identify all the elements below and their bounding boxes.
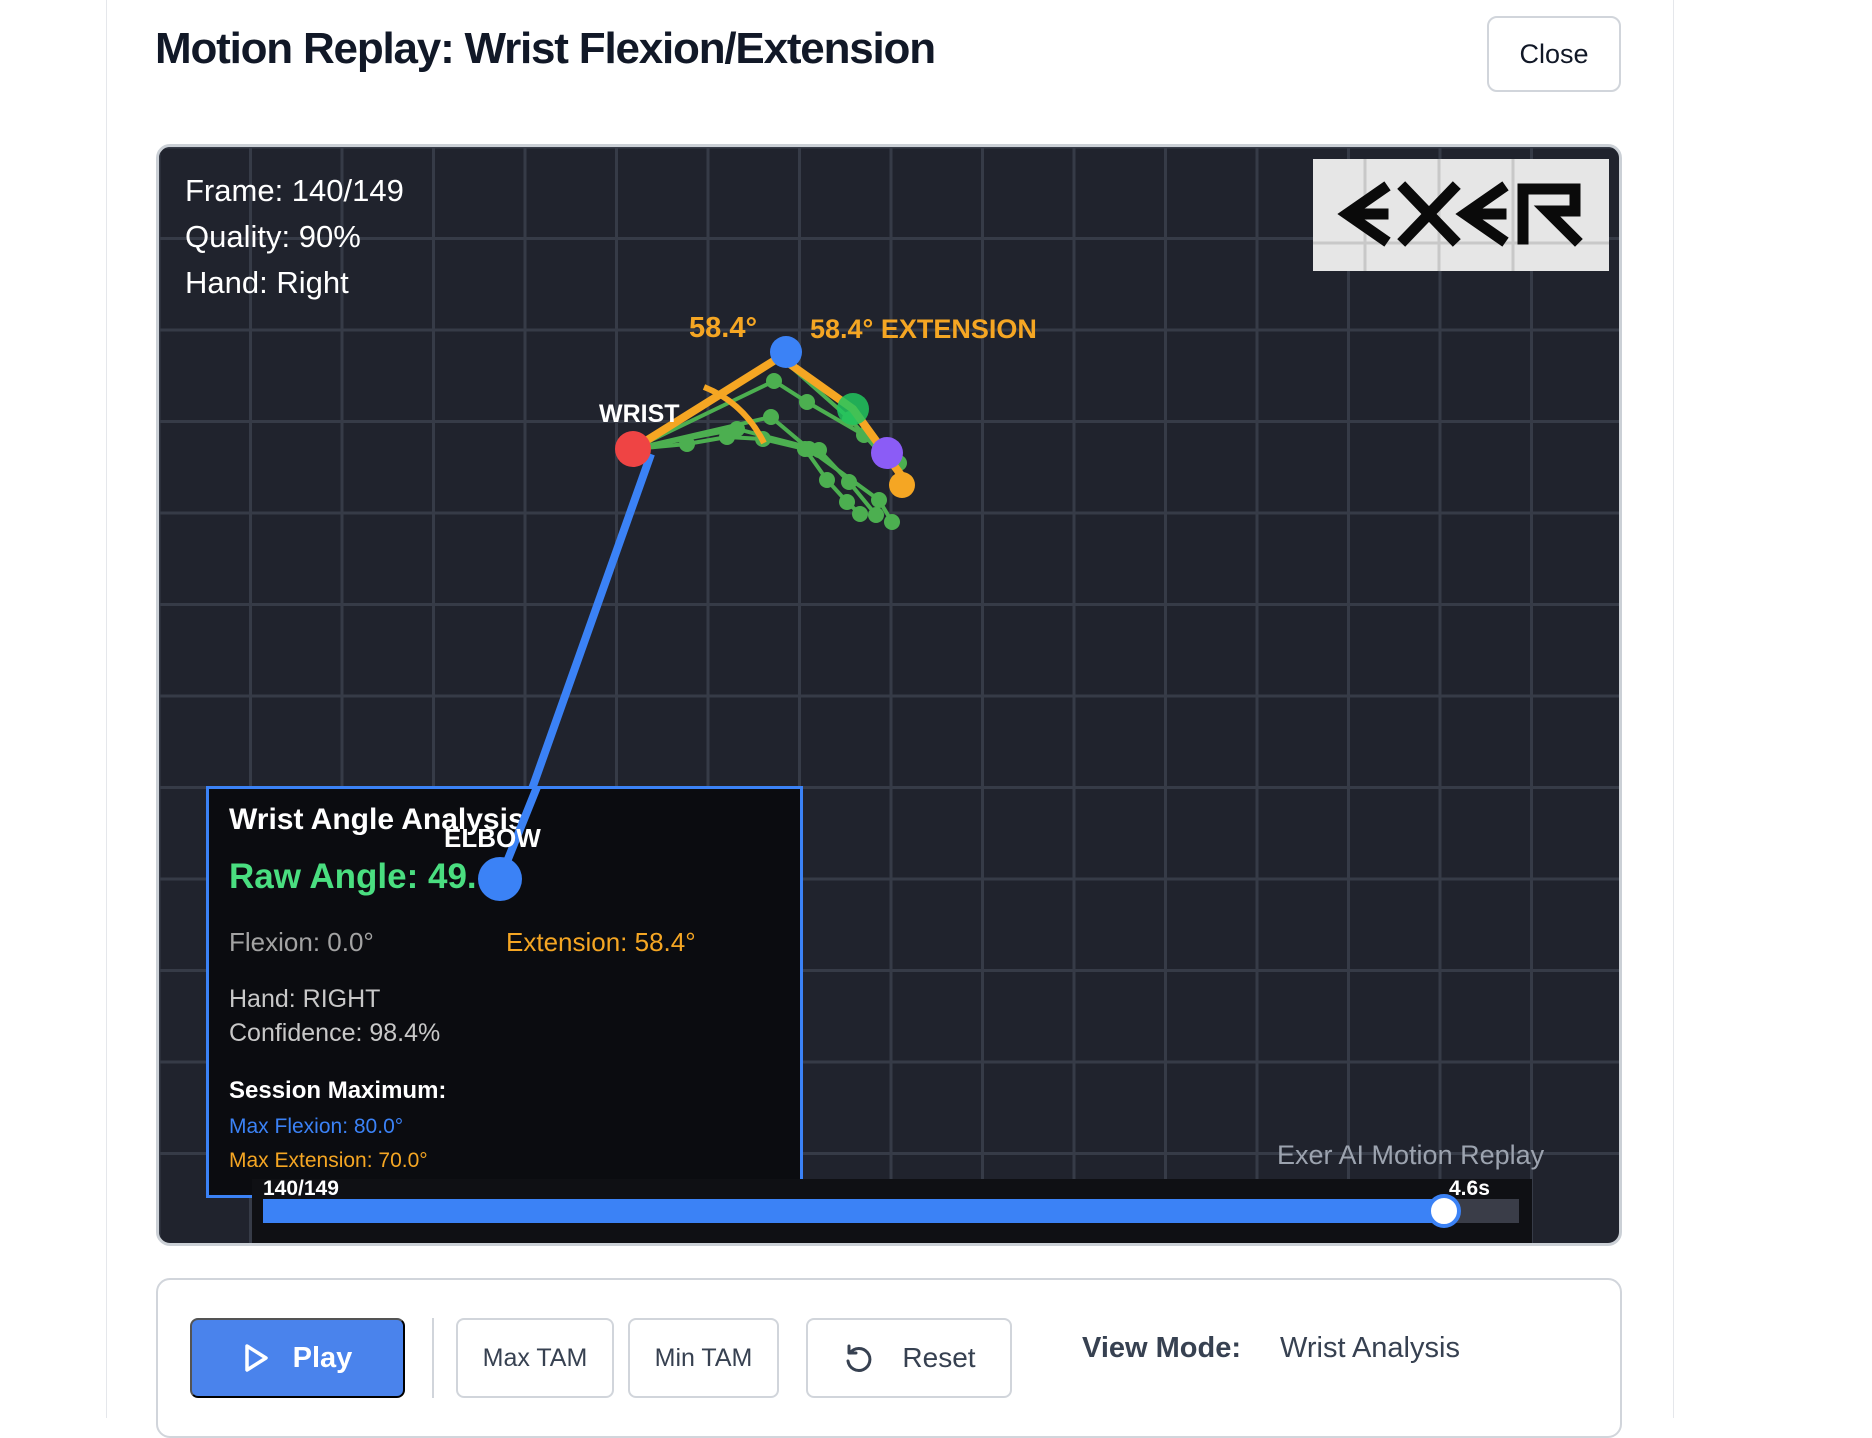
flexion-value: Flexion: 0.0°: [229, 927, 374, 957]
wrist-label: WRIST: [599, 400, 680, 428]
reset-button[interactable]: Reset: [806, 1318, 1012, 1398]
finger-landmark-green: [837, 393, 869, 425]
play-icon: [244, 1344, 268, 1372]
max-flexion-value: Max Flexion: 80.0°: [229, 1115, 404, 1138]
wrist-angle-analysis-panel: Wrist Angle Analysis Raw Angle: 49. Flex…: [206, 786, 803, 1198]
max-tam-button[interactable]: Max TAM: [456, 1318, 614, 1398]
session-maximum-title: Session Maximum:: [229, 1077, 447, 1104]
timeline-frame-label: 140/149: [263, 1177, 339, 1200]
view-mode-select[interactable]: Wrist Analysis: [1280, 1332, 1460, 1365]
angle-value-label: 58.4°: [689, 312, 757, 344]
controls-divider: [432, 1318, 434, 1398]
finger-landmark-purple: [871, 437, 903, 469]
play-label: Play: [292, 1341, 353, 1374]
extension-value: Extension: 58.4°: [506, 927, 696, 957]
hand-side-value: Hand: RIGHT: [229, 985, 381, 1013]
reset-icon: [846, 1344, 872, 1372]
reset-label: Reset: [902, 1342, 976, 1373]
play-button[interactable]: Play: [190, 1318, 405, 1398]
watermark: Exer AI Motion Replay: [1277, 1140, 1545, 1170]
timeline-progress: [263, 1199, 1444, 1223]
confidence-value: Confidence: 98.4%: [229, 1019, 441, 1047]
modal-title: Motion Replay: Wrist Flexion/Extension: [155, 24, 936, 73]
raw-angle-value: Raw Angle: 49.: [229, 857, 477, 896]
timeline-thumb[interactable]: [1426, 1194, 1461, 1228]
frame-indicator: Frame: 140/149: [185, 173, 404, 208]
angle-state-label: 58.4° EXTENSION: [810, 314, 1037, 344]
exer-logo-icon: [1313, 159, 1609, 271]
wrist-joint: [615, 431, 651, 467]
motion-replay-canvas: WRIST 58.4° 58.4° EXTENSION Frame: 140/1…: [156, 144, 1622, 1246]
exer-logo: [1313, 159, 1609, 271]
quality-indicator: Quality: 90%: [185, 219, 361, 254]
hand-indicator: Hand: Right: [185, 265, 349, 300]
timeline-scrubber[interactable]: [263, 1194, 1519, 1228]
fingertip-landmark: [889, 472, 915, 498]
max-extension-value: Max Extension: 70.0°: [229, 1149, 428, 1172]
playback-controls: Play Max TAM Min TAM Reset View Mode: Wr…: [156, 1278, 1622, 1438]
min-tam-button[interactable]: Min TAM: [628, 1318, 779, 1398]
close-button[interactable]: Close: [1487, 16, 1621, 92]
knuckle-landmark: [770, 336, 802, 368]
view-mode-label: View Mode:: [1082, 1332, 1241, 1364]
analysis-title: Wrist Angle Analysis: [229, 803, 525, 836]
